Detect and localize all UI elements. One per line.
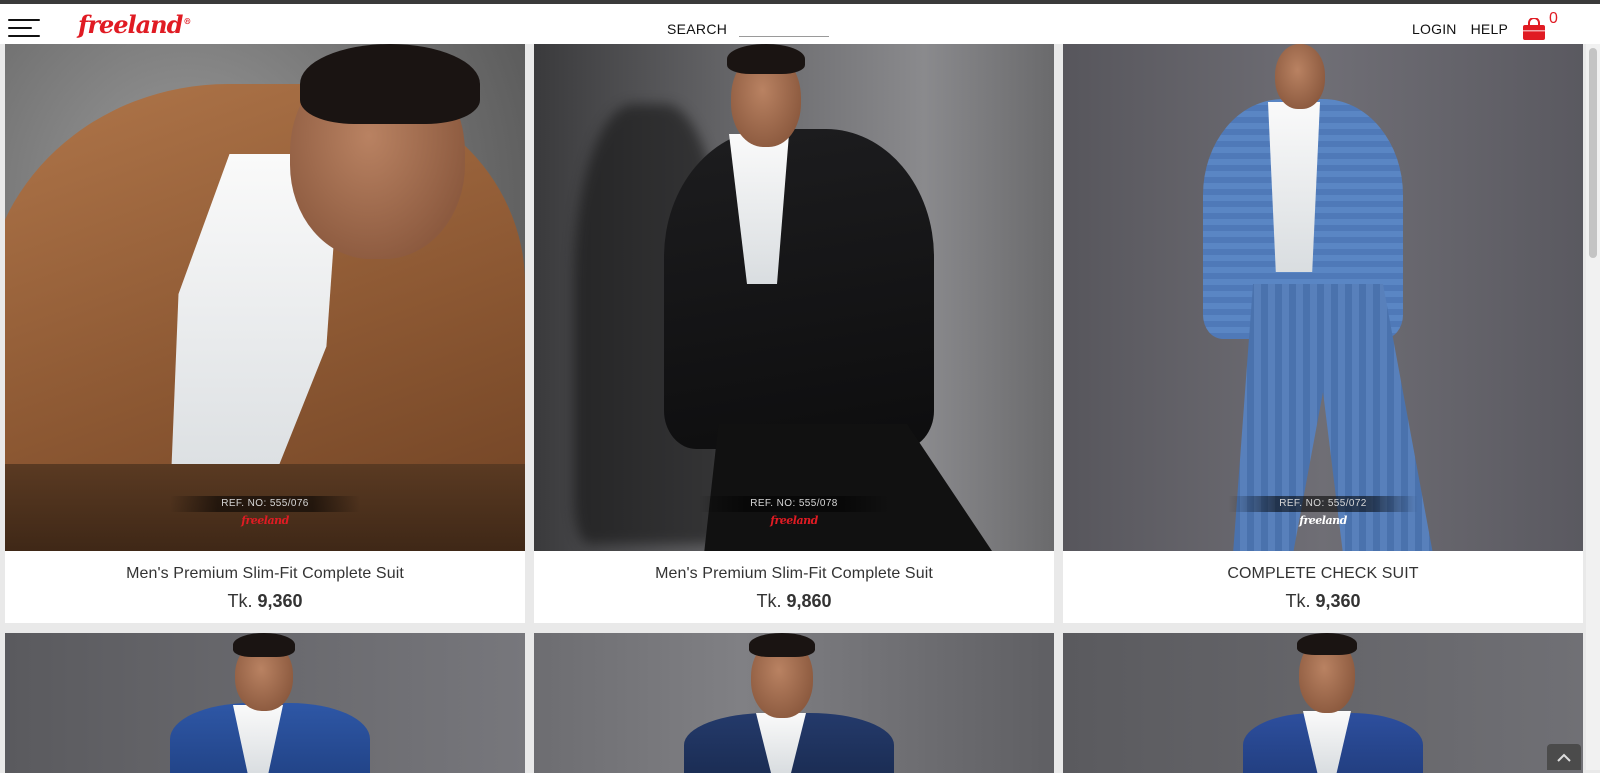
product-price: Tk. 9,360 bbox=[1063, 591, 1583, 612]
page-scrollbar[interactable] bbox=[1586, 44, 1600, 770]
product-info: COMPLETE CHECK SUIT Tk. 9,360 bbox=[1063, 551, 1583, 623]
back-to-top-button[interactable] bbox=[1547, 744, 1581, 770]
brand-logo-text: freeland bbox=[78, 10, 183, 39]
search-input[interactable] bbox=[739, 18, 830, 37]
shopping-bag-icon bbox=[1523, 17, 1545, 40]
model-hair bbox=[727, 44, 805, 74]
product-title[interactable]: Men's Premium Slim-Fit Complete Suit bbox=[5, 551, 525, 583]
product-info: Men's Premium Slim-Fit Complete Suit Tk.… bbox=[534, 551, 1054, 623]
currency-label: Tk. bbox=[1285, 591, 1311, 611]
model-hair bbox=[233, 633, 295, 657]
price-amount: 9,360 bbox=[257, 591, 303, 611]
currency-label: Tk. bbox=[756, 591, 782, 611]
currency-label: Tk. bbox=[227, 591, 253, 611]
price-amount: 9,360 bbox=[1315, 591, 1361, 611]
product-card[interactable] bbox=[534, 633, 1054, 773]
price-amount: 9,860 bbox=[786, 591, 832, 611]
product-card[interactable]: REF. NO: 555/072 freeland COMPLETE CHECK… bbox=[1063, 44, 1583, 623]
search-bar: SEARCH bbox=[667, 18, 830, 37]
product-title[interactable]: Men's Premium Slim-Fit Complete Suit bbox=[534, 551, 1054, 583]
product-info: Men's Premium Slim-Fit Complete Suit Tk.… bbox=[5, 551, 525, 623]
product-price: Tk. 9,360 bbox=[5, 591, 525, 612]
model-hair bbox=[1297, 633, 1357, 655]
model-hair bbox=[300, 44, 480, 124]
help-link[interactable]: HELP bbox=[1471, 21, 1508, 37]
product-image[interactable]: REF. NO: 555/078 freeland bbox=[534, 44, 1054, 551]
product-title[interactable]: COMPLETE CHECK SUIT bbox=[1063, 551, 1583, 583]
product-image[interactable] bbox=[534, 633, 1054, 773]
watermark-logo: freeland bbox=[1299, 514, 1347, 527]
white-shirt bbox=[1268, 102, 1320, 272]
product-grid: REF. NO: 555/076 freeland Men's Premium … bbox=[5, 44, 1585, 773]
product-card[interactable]: REF. NO: 555/078 freeland Men's Premium … bbox=[534, 44, 1054, 623]
reference-number-label: REF. NO: 555/076 bbox=[170, 496, 360, 512]
header-actions: LOGIN HELP 0 bbox=[1398, 10, 1558, 40]
product-price: Tk. 9,860 bbox=[534, 591, 1054, 612]
product-image[interactable]: REF. NO: 555/072 freeland bbox=[1063, 44, 1583, 551]
chevron-up-icon bbox=[1557, 753, 1571, 762]
registered-mark: ® bbox=[183, 16, 191, 26]
watermark-logo: freeland bbox=[241, 514, 289, 527]
product-card[interactable] bbox=[5, 633, 525, 773]
reference-number-label: REF. NO: 555/078 bbox=[699, 496, 889, 512]
black-jacket bbox=[664, 129, 934, 449]
login-link[interactable]: LOGIN bbox=[1412, 21, 1457, 37]
product-card[interactable] bbox=[1063, 633, 1583, 773]
model-hair bbox=[749, 633, 815, 657]
site-header: freeland® SEARCH LOGIN HELP 0 bbox=[0, 4, 1600, 44]
cart-count: 0 bbox=[1549, 10, 1558, 27]
model-head bbox=[1275, 44, 1325, 109]
product-image[interactable] bbox=[5, 633, 525, 773]
reference-number-label: REF. NO: 555/072 bbox=[1228, 496, 1418, 512]
product-card[interactable]: REF. NO: 555/076 freeland Men's Premium … bbox=[5, 44, 525, 623]
watermark-logo: freeland bbox=[770, 514, 818, 527]
brand-logo[interactable]: freeland® bbox=[78, 10, 191, 39]
cart-button[interactable]: 0 bbox=[1522, 10, 1558, 40]
scrollbar-thumb[interactable] bbox=[1589, 48, 1597, 258]
product-image[interactable]: REF. NO: 555/076 freeland bbox=[5, 44, 525, 551]
product-image[interactable] bbox=[1063, 633, 1583, 773]
hamburger-menu-icon[interactable] bbox=[8, 19, 40, 39]
search-label: SEARCH bbox=[667, 21, 728, 37]
